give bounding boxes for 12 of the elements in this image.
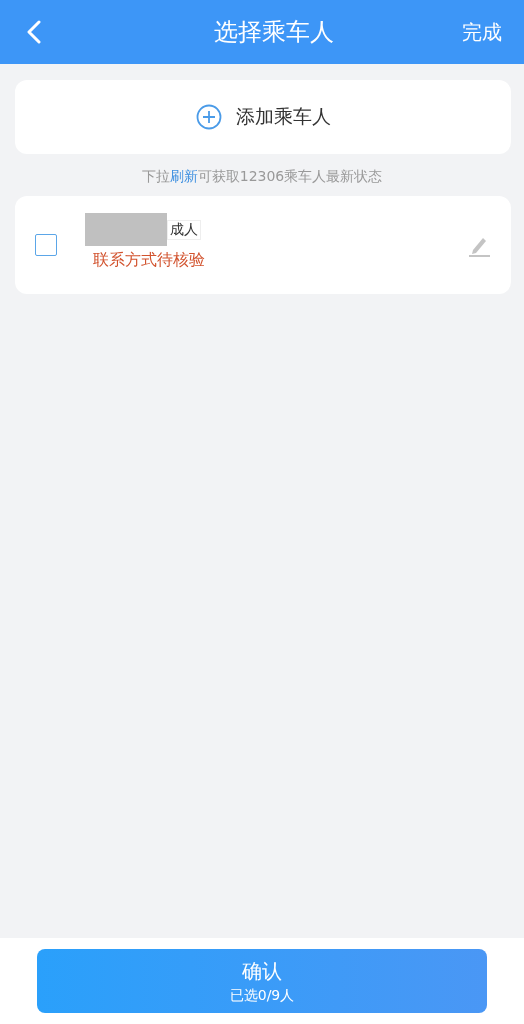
confirm-button[interactable]: 确认 已选0/9人 [37,949,487,1013]
plus-circle-icon [195,104,222,130]
passenger-card[interactable]: 成人 联系方式待核验 [15,196,511,294]
passenger-type-tag: 成人 [167,219,201,240]
done-button[interactable]: 完成 [462,18,502,46]
add-passenger-button[interactable]: 添加乘车人 [15,80,511,154]
back-icon [26,20,42,44]
refresh-hint: 下拉刷新可获取12306乘车人最新状态 [140,168,384,186]
refresh-link[interactable]: 刷新 [169,168,198,184]
checkbox[interactable] [35,234,57,256]
page-title: 选择乘车人 [214,17,334,48]
verification-status: 联系方式待核验 [93,250,206,271]
